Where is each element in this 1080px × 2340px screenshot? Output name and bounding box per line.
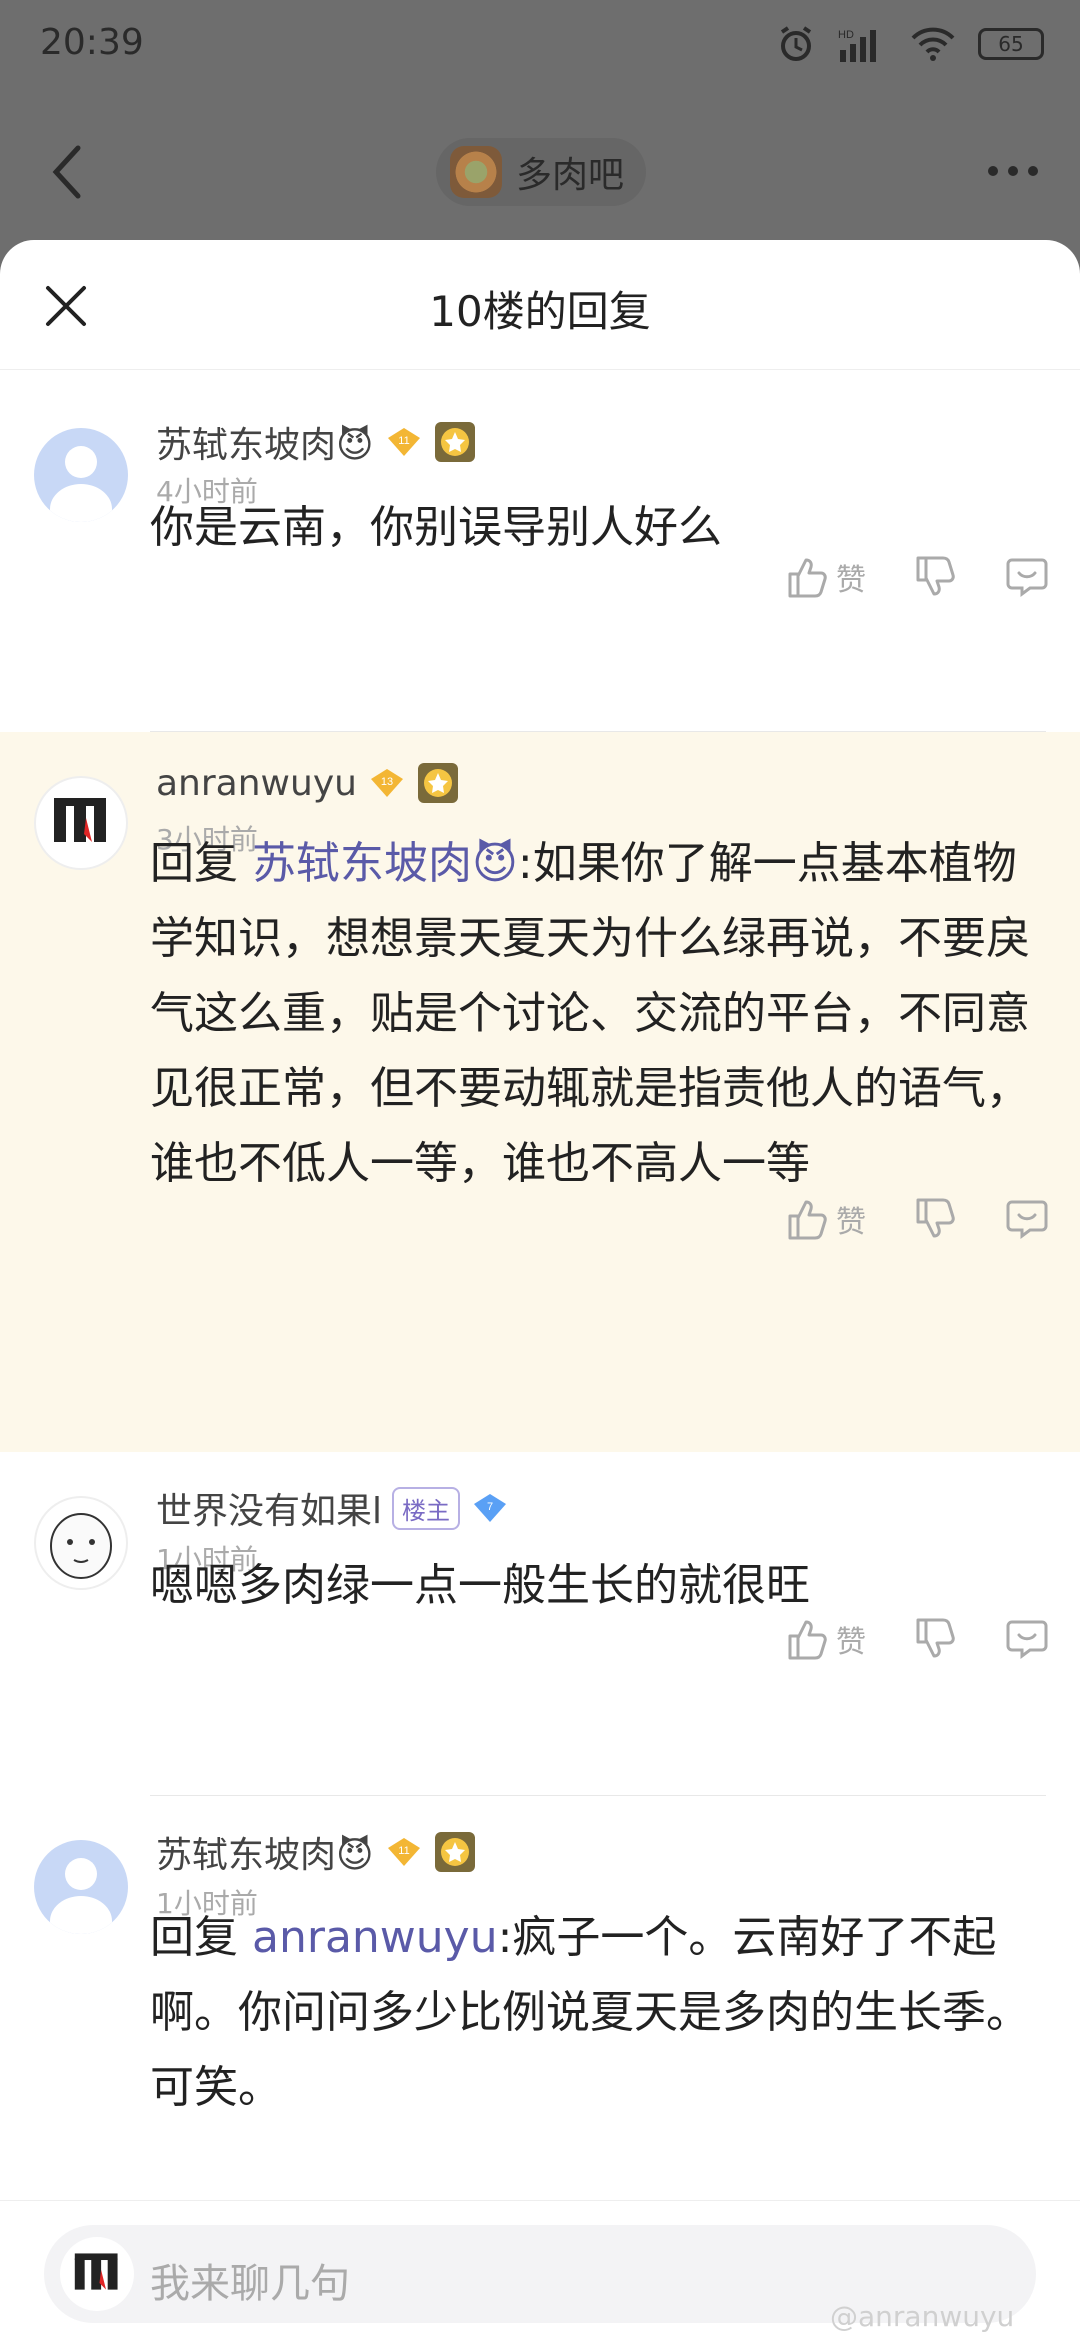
battery-level: 65 [998,32,1024,56]
medal-icon [417,763,458,803]
comment-button[interactable] [1004,1196,1050,1242]
thumb-down-icon [916,1618,955,1658]
level-badge-icon: 7 [474,1494,507,1522]
svg-text:11: 11 [398,1845,409,1857]
status-time: 20:39 [40,22,144,63]
page-header: 多肉吧 [0,110,1080,230]
sheet-header: 10楼的回复 [0,240,1080,370]
avatar[interactable] [34,428,128,522]
reply-prefix: 回复 [150,838,252,889]
forum-avatar [450,146,502,198]
back-arrow-icon[interactable] [48,142,88,202]
svg-text:11: 11 [398,435,409,447]
alarm-icon [780,26,812,61]
reply-prefix: 回复 [150,1912,252,1963]
svg-text:7: 7 [487,1501,493,1513]
avatar[interactable] [34,1840,128,1934]
thumb-down-icon [916,1198,955,1238]
wifi-icon [911,27,955,61]
forum-pill[interactable]: 多肉吧 [436,138,647,206]
battery-icon: 65 [978,28,1044,60]
mention-link[interactable]: anranwuyu [252,1912,498,1963]
watermark: @anranwuyu [830,2300,1015,2333]
svg-text:13: 13 [381,776,393,788]
comment-icon [1006,558,1048,597]
status-bar: 20:39 HD 65 [0,0,1080,96]
reply-content: 嗯嗯多肉绿一点一般生长的就很旺 [150,1560,810,1611]
reply-item-highlighted: anranwuyu 13 3小时前 回复 苏轼东坡肉😈:如果你了解一点基本植物学… [0,732,1080,1452]
like-label: 赞 [836,563,866,598]
thumb-down-icon [916,556,955,596]
forum-name: 多肉吧 [516,155,625,196]
level-badge-icon: 11 [387,1838,420,1866]
like-button[interactable]: 赞 [784,1196,866,1242]
like-button[interactable]: 赞 [784,554,866,600]
comment-icon [1006,1200,1048,1239]
avatar[interactable] [34,1496,128,1590]
username[interactable]: 世界没有如果l [156,1482,382,1534]
user-logo-icon [54,798,106,842]
mention-link[interactable]: 苏轼东坡肉😈 [252,838,518,889]
username[interactable]: 苏轼东坡肉😈 [156,1826,374,1878]
dislike-button[interactable] [912,1196,958,1242]
owner-tag: 楼主 [392,1486,461,1530]
like-button[interactable]: 赞 [784,1616,866,1662]
level-badge-icon: 13 [370,769,403,797]
reply-item: 苏轼东坡肉😈 11 4小时前 你是云南，你别误导别人好么 赞 [0,370,1080,732]
comment-icon [1006,1620,1048,1659]
svg-text:HD: HD [838,29,854,41]
thumb-up-icon [788,558,827,598]
comment-button[interactable] [1004,554,1050,600]
like-label: 赞 [836,1625,866,1660]
medal-icon [434,422,475,462]
reply-item: 世界没有如果l 楼主 7 1小时前 嗯嗯多肉绿一点一般生长的就很旺 赞 [0,1452,1080,1796]
reply-content: 回复 anranwuyu:疯子一个。云南好了不起啊。你问问多少比例说夏天是多肉的… [150,1900,1040,2125]
thumb-up-icon [788,1620,827,1660]
signal-icon: HD [838,29,876,62]
username[interactable]: 苏轼东坡肉😈 [156,416,374,468]
comment-placeholder: 我来聊几句 [150,2261,350,2307]
medal-icon [434,1832,475,1872]
level-badge-icon: 11 [387,428,420,456]
username[interactable]: anranwuyu [156,763,357,804]
dislike-button[interactable] [912,554,958,600]
meme-face-icon [50,1513,112,1579]
like-label: 赞 [836,1205,866,1240]
my-avatar [60,2237,134,2311]
more-icon[interactable] [988,166,1038,176]
comment-button[interactable] [1004,1616,1050,1662]
reply-content: 回复 苏轼东坡肉😈:如果你了解一点基本植物学知识，想想景天夏天为什么绿再说，不要… [150,826,1040,1201]
sheet-title: 10楼的回复 [429,287,651,336]
user-logo-icon [74,2253,118,2290]
reply-text: :如果你了解一点基本植物学知识，想想景天夏天为什么绿再说，不要戾气这么重，贴是个… [150,838,1030,1189]
thumb-up-icon [788,1200,827,1240]
dislike-button[interactable] [912,1616,958,1662]
reply-sheet: 10楼的回复 苏轼东坡肉😈 11 4小时前 你是云南，你别误导别人好么 赞 an… [0,240,1080,2340]
avatar[interactable] [34,776,128,870]
